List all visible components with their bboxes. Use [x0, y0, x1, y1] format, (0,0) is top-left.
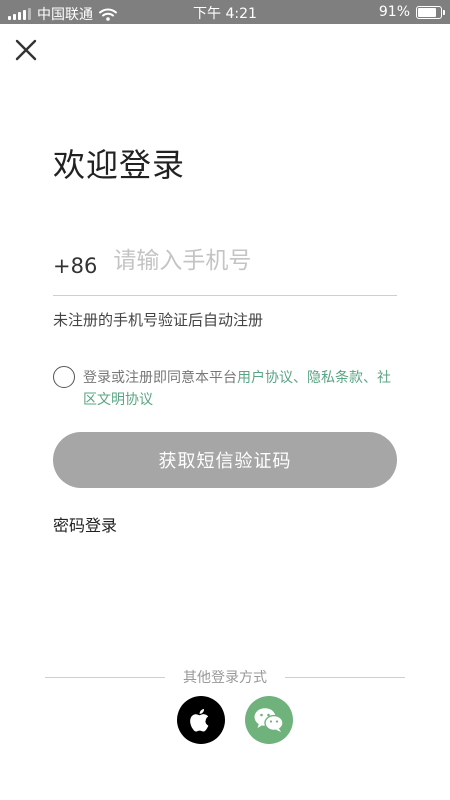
- password-login-link[interactable]: 密码登录: [53, 512, 117, 536]
- user-agreement-link[interactable]: 用户协议: [237, 370, 293, 386]
- other-login-divider: 其他登录方式: [45, 667, 405, 687]
- battery-fill: [418, 7, 437, 17]
- login-screen: 中国联通 下午 4:21 91% 欢迎登录 +86 未注册的手机号验证: [0, 0, 450, 800]
- get-code-button[interactable]: 获取短信验证码: [53, 432, 397, 488]
- register-hint: 未注册的手机号验证后自动注册: [53, 311, 264, 329]
- page-title: 欢迎登录: [53, 146, 186, 184]
- status-right: 91%: [378, 4, 445, 20]
- phone-field: +86: [53, 246, 397, 296]
- divider-line: [285, 677, 405, 678]
- agreement-text: 登录或注册即同意本平台用户协议、隐私条款、社区文明协议: [83, 367, 401, 411]
- apple-icon: [190, 709, 209, 732]
- country-code[interactable]: +86: [53, 254, 97, 278]
- wechat-login-button[interactable]: [245, 696, 293, 744]
- agreement-separator: 、: [293, 370, 307, 386]
- wechat-icon: [254, 708, 284, 732]
- phone-input[interactable]: [113, 248, 384, 274]
- battery-percent: 91%: [378, 4, 410, 20]
- close-button[interactable]: [12, 36, 40, 64]
- battery-icon: [416, 5, 445, 19]
- privacy-link[interactable]: 隐私条款: [307, 370, 363, 386]
- agreement-prefix: 登录或注册即同意本平台: [83, 370, 237, 386]
- agreement-checkbox[interactable]: [53, 366, 75, 388]
- agreement-separator: 、: [363, 370, 377, 386]
- apple-login-button[interactable]: [177, 696, 225, 744]
- status-bar: 中国联通 下午 4:21 91%: [0, 0, 450, 24]
- close-icon: [15, 39, 37, 61]
